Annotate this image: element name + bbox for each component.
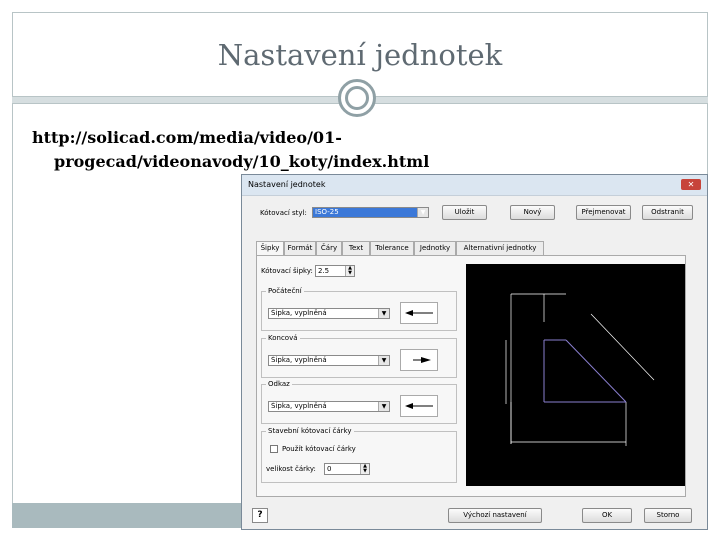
- use-ticks-checkbox[interactable]: [270, 445, 278, 453]
- arrow-size-label: Kótovací šipky:: [261, 267, 313, 275]
- video-link[interactable]: http://solicad.com/media/video/01- proge…: [32, 126, 712, 174]
- slide-title: Nastavení jednotek: [217, 38, 503, 72]
- link-line-2[interactable]: progecad/videonavody/10_koty/index.html: [32, 150, 712, 174]
- tick-size-label: velikost čárky:: [266, 465, 316, 473]
- tab-units[interactable]: Jednotky: [414, 241, 456, 255]
- tick-size-value: 0: [327, 465, 332, 473]
- start-arrow-value: Šipka, vyplněná: [271, 309, 327, 317]
- arrow-preview-icon: [405, 310, 433, 316]
- tick-size-stepper[interactable]: 0 ▲ ▼: [324, 463, 370, 475]
- leader-arrow-select[interactable]: Šipka, vyplněná ▼: [268, 401, 390, 412]
- tab-format[interactable]: Formát: [284, 241, 316, 255]
- end-arrow-select[interactable]: Šipka, vyplněná ▼: [268, 355, 390, 366]
- chevron-down-icon[interactable]: ▼: [378, 402, 389, 411]
- start-arrow-select[interactable]: Šipka, vyplněná ▼: [268, 308, 390, 319]
- new-button[interactable]: Nový: [510, 205, 555, 220]
- dialog-title: Nastavení jednotek: [248, 180, 326, 189]
- dialog-titlebar: Nastavení jednotek ✕: [242, 175, 707, 196]
- end-arrow-preview: [400, 349, 438, 371]
- leader-arrow-label: Odkaz: [266, 380, 292, 388]
- chevron-down-icon[interactable]: ▼: [378, 356, 389, 365]
- arrow-size-stepper[interactable]: 2.5 ▲ ▼: [315, 265, 355, 277]
- arrow-size-value: 2.5: [318, 267, 330, 275]
- close-icon[interactable]: ✕: [681, 179, 701, 190]
- save-button[interactable]: Uložit: [442, 205, 487, 220]
- chevron-down-icon[interactable]: ▼: [378, 309, 389, 318]
- end-arrow-group: Koncová Šipka, vyplněná ▼: [261, 334, 457, 378]
- tab-lines[interactable]: Čáry: [316, 241, 342, 255]
- ok-button[interactable]: OK: [582, 508, 632, 523]
- start-arrow-preview: [400, 302, 438, 324]
- defaults-button[interactable]: Výchozí nastavení: [448, 508, 542, 523]
- tick-group-label: Stavební kótovací čárky: [266, 427, 354, 435]
- arrow-preview-icon: [413, 357, 431, 363]
- tab-tolerance[interactable]: Tolerance: [370, 241, 414, 255]
- rename-button[interactable]: Přejmenovat: [576, 205, 631, 220]
- style-select[interactable]: ISO-25 ▼: [312, 207, 429, 218]
- tab-arrows[interactable]: Šipky: [256, 241, 284, 256]
- style-label: Kótovací styl:: [260, 209, 307, 217]
- style-select-value: ISO-25: [315, 208, 339, 216]
- end-arrow-label: Koncová: [266, 334, 300, 342]
- leader-arrow-preview: [400, 395, 438, 417]
- help-button[interactable]: ?: [252, 508, 268, 523]
- tab-alt-units[interactable]: Alternativní jednotky: [456, 241, 544, 255]
- tab-text[interactable]: Text: [342, 241, 370, 255]
- delete-button[interactable]: Odstranit: [642, 205, 693, 220]
- tab-panel: Kótovací šipky: 2.5 ▲ ▼ Počáteční Šipka, …: [256, 255, 686, 497]
- cancel-button[interactable]: Storno: [644, 508, 692, 523]
- end-arrow-value: Šipka, vyplněná: [271, 356, 327, 364]
- shape-diagonal-edge: [565, 339, 627, 403]
- link-line-1[interactable]: http://solicad.com/media/video/01-: [32, 126, 712, 150]
- start-arrow-group: Počáteční Šipka, vyplněná ▼: [261, 287, 457, 331]
- stepper-arrows-icon[interactable]: ▲ ▼: [345, 266, 354, 276]
- tick-group: Stavební kótovací čárky Použít kótovací …: [261, 427, 457, 483]
- leader-arrow-group: Odkaz Šipka, vyplněná ▼: [261, 380, 457, 424]
- start-arrow-label: Počáteční: [266, 287, 304, 295]
- units-dialog: Nastavení jednotek ✕ Kótovací styl: ISO-…: [241, 174, 708, 530]
- use-ticks-label: Použít kótovací čárky: [282, 445, 356, 453]
- dim-line-diagonal: [590, 313, 655, 381]
- dimension-preview: [505, 293, 655, 446]
- stepper-arrows-icon[interactable]: ▲ ▼: [360, 464, 369, 474]
- leader-arrow-value: Šipka, vyplněná: [271, 402, 327, 410]
- preview-canvas: [466, 264, 685, 486]
- arrow-preview-icon: [405, 403, 433, 409]
- chevron-down-icon[interactable]: ▼: [417, 208, 428, 217]
- divider-circle-ornament: [338, 79, 376, 117]
